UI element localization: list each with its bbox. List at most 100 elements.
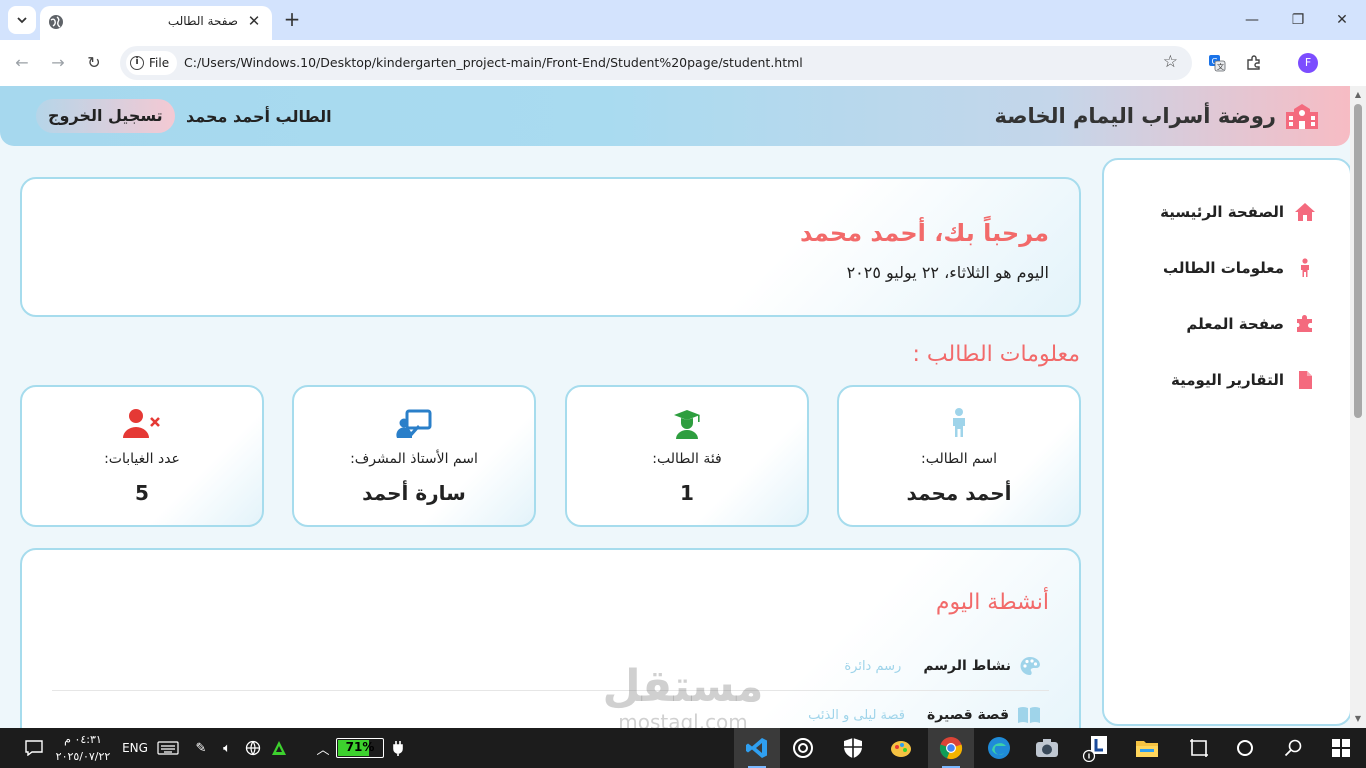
- profile-avatar[interactable]: F: [1298, 53, 1318, 73]
- svg-text:文: 文: [1217, 62, 1224, 71]
- taskbar-app-chrome[interactable]: [928, 728, 974, 768]
- scroll-up-icon[interactable]: ▲: [1353, 90, 1363, 100]
- tray-app-icon[interactable]: [268, 736, 290, 760]
- scroll-thumb[interactable]: [1354, 104, 1362, 418]
- student-label: الطالب أحمد محمد: [186, 107, 332, 126]
- info-card-absences: عدد الغيابات: 5: [20, 385, 264, 527]
- sidebar-item-reports[interactable]: التقارير اليومية: [1171, 370, 1316, 390]
- sidebar-item-label: الصفحة الرئيسية: [1160, 203, 1284, 221]
- taskbar-app-security[interactable]: [830, 728, 876, 768]
- info-value: 1: [680, 481, 694, 505]
- activities-card: أنشطة اليوم نشاط الرسم رسم دائرة قصة قصي…: [20, 548, 1081, 728]
- tab-close-icon[interactable]: ✕: [244, 11, 264, 31]
- cortana-icon: [1237, 740, 1253, 756]
- home-icon: [1295, 203, 1315, 221]
- back-icon[interactable]: ←: [10, 51, 34, 75]
- taskbar-app-edge[interactable]: [976, 728, 1022, 768]
- address-bar[interactable]: i File C:/Users/Windows.10/Desktop/kinde…: [120, 46, 1192, 80]
- sidebar-item-label: معلومات الطالب: [1162, 259, 1284, 277]
- sidebar-item-home[interactable]: الصفحة الرئيسية: [1160, 202, 1316, 222]
- translate-icon[interactable]: G文: [1205, 51, 1229, 75]
- language-indicator[interactable]: ENG: [120, 736, 150, 760]
- activity-name: نشاط الرسم: [923, 658, 1011, 674]
- logout-button[interactable]: تسجيل الخروج: [36, 99, 175, 133]
- page-scrollbar[interactable]: ▲ ▼: [1350, 86, 1366, 728]
- graduate-icon: [674, 410, 700, 439]
- sidebar-item-teacher[interactable]: صفحة المعلم: [1186, 314, 1316, 334]
- window-close-icon[interactable]: ✕: [1322, 8, 1362, 32]
- taskbar-app-snip[interactable]: [1176, 728, 1222, 768]
- child-icon: [1301, 258, 1309, 277]
- bookmark-star-icon[interactable]: ☆: [1163, 52, 1178, 72]
- info-label: فئة الطالب:: [652, 451, 722, 467]
- taskbar-app-camera[interactable]: [1024, 728, 1070, 768]
- welcome-title: مرحباً بك، أحمد محمد: [799, 219, 1049, 247]
- info-value: 5: [135, 481, 149, 505]
- extensions-icon[interactable]: [1242, 51, 1266, 75]
- paint-icon: [891, 741, 911, 757]
- scroll-down-icon[interactable]: ▼: [1353, 714, 1363, 724]
- activity-name: قصة قصيرة: [927, 707, 1009, 723]
- palette-icon: [1020, 657, 1040, 675]
- teacher-icon: [396, 409, 432, 438]
- vscode-icon: [746, 738, 767, 758]
- forward-icon[interactable]: →: [46, 51, 70, 75]
- user-absent-icon: [123, 409, 160, 438]
- taskbar-cortana[interactable]: [1222, 728, 1268, 768]
- minimize-icon[interactable]: —: [1232, 8, 1272, 32]
- globe-icon: [49, 15, 63, 29]
- child-icon: [953, 408, 965, 437]
- windows-icon: [1332, 739, 1350, 757]
- clock-date: ٢٠٢٥/٠٧/٢٢: [55, 750, 111, 763]
- plug-icon: [390, 736, 406, 760]
- clock-time: ٠٤:٣١ م: [64, 733, 102, 746]
- sidebar-item-student-info[interactable]: معلومات الطالب: [1163, 258, 1316, 278]
- welcome-date: اليوم هو الثلاثاء، ٢٢ يوليو ٢٠٢٥: [846, 263, 1049, 282]
- info-card-teacher: اسم الأستاذ المشرف: سارة أحمد: [292, 385, 536, 527]
- activity-row: نشاط الرسم رسم دائرة: [844, 656, 1041, 676]
- info-label: اسم الطالب:: [920, 451, 998, 467]
- taskbar-app-l[interactable]: [1072, 728, 1118, 768]
- taskbar-app-paint[interactable]: [878, 728, 924, 768]
- new-tab-icon[interactable]: +: [280, 8, 304, 32]
- sidebar-item-label: التقارير اليومية: [1171, 371, 1284, 389]
- reload-icon[interactable]: ↻: [82, 51, 106, 75]
- divider: [52, 690, 1049, 691]
- info-label: اسم الأستاذ المشرف:: [350, 451, 478, 467]
- activity-row: قصة قصيرة قصة ليلى و الذئب: [808, 706, 1041, 724]
- tab-search-icon[interactable]: [8, 6, 36, 34]
- clock[interactable]: ٠٤:٣١ م ٢٠٢٥/٠٧/٢٢: [52, 731, 114, 765]
- taskbar: ٠٤:٣١ م ٢٠٢٥/٠٧/٢٢ ENG ✎ 🔈︎ ︿ 71%: [0, 728, 1366, 768]
- info-card-student-class: فئة الطالب: 1: [565, 385, 809, 527]
- browser-tabstrip: صفحة الطالب ✕ + — ❐ ✕: [0, 0, 1366, 40]
- taskbar-app-chatgpt[interactable]: [780, 728, 826, 768]
- book-icon: [1018, 707, 1040, 723]
- taskbar-search[interactable]: [1270, 728, 1316, 768]
- brand[interactable]: روضة أسراب اليمام الخاصة: [995, 102, 1320, 130]
- network-icon[interactable]: [242, 736, 264, 760]
- tray-expand-icon[interactable]: ︿: [314, 736, 332, 760]
- battery-indicator[interactable]: 71%: [336, 738, 384, 758]
- taskbar-app-explorer[interactable]: [1124, 728, 1170, 768]
- site-info-chip[interactable]: i File: [126, 51, 178, 75]
- chip-label: File: [149, 56, 170, 70]
- watermark-logo-text: مستقل: [602, 661, 764, 712]
- keyboard-icon[interactable]: [156, 736, 180, 760]
- volume-icon[interactable]: 🔈︎: [216, 736, 238, 760]
- url-text[interactable]: C:/Users/Windows.10/Desktop/kindergarten…: [184, 55, 803, 70]
- browser-tab[interactable]: صفحة الطالب ✕: [40, 6, 272, 40]
- maximize-icon[interactable]: ❐: [1278, 8, 1318, 32]
- taskbar-app-vscode[interactable]: [734, 728, 780, 768]
- activities-title: أنشطة اليوم: [935, 590, 1049, 615]
- file-icon: [1299, 371, 1312, 389]
- chrome-icon: [939, 737, 963, 760]
- browser-toolbar: ← → ↻ i File C:/Users/Windows.10/Desktop…: [0, 40, 1366, 86]
- camera-icon: [1036, 739, 1058, 757]
- notification-icon[interactable]: [22, 736, 46, 760]
- l-app-icon: [1082, 736, 1107, 762]
- battery-label: 71%: [345, 740, 375, 754]
- sidebar: الصفحة الرئيسية معلومات الطالب صفحة المع…: [1102, 158, 1352, 726]
- welcome-card: مرحباً بك، أحمد محمد اليوم هو الثلاثاء، …: [20, 177, 1081, 317]
- pen-icon[interactable]: ✎: [190, 736, 212, 760]
- start-button[interactable]: [1318, 728, 1364, 768]
